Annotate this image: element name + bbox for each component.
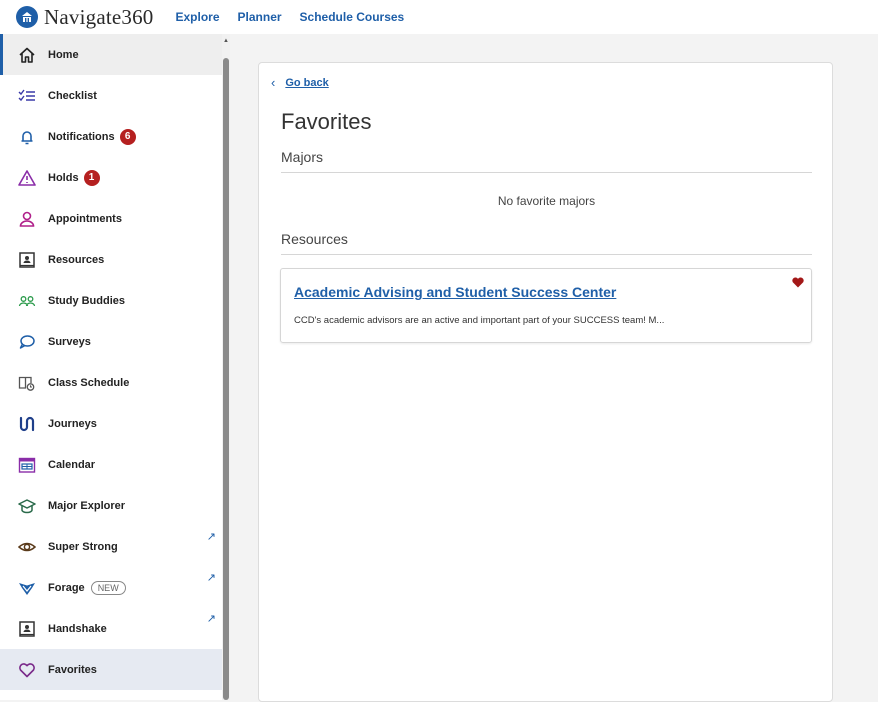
sidebar-item-label: Surveys [48,335,91,348]
scroll-up-arrow-icon[interactable]: ▲ [222,38,230,44]
sidebar-item-label: Appointments [48,212,122,225]
sidebar-item-holds[interactable]: Holds 1 [0,157,222,198]
sidebar: Home Checklist Notifications 6 Holds 1 A… [0,34,222,700]
sidebar-item-label: Journeys [48,417,97,430]
divider [281,254,812,255]
external-link-icon: ↗ [206,613,216,625]
forage-logo-icon [18,579,36,597]
external-link-icon: ↗ [206,531,216,543]
sidebar-item-home[interactable]: Home [0,34,222,75]
sidebar-item-label: Handshake [48,622,107,635]
resource-title-link[interactable]: Academic Advising and Student Success Ce… [294,284,616,300]
sidebar-item-checklist[interactable]: Checklist [0,75,222,116]
graduation-cap-icon [18,497,36,515]
resources-icon [18,251,36,269]
resources-heading: Resources [281,231,348,247]
sidebar-item-label: Major Explorer [48,499,126,512]
sidebar-item-journeys[interactable]: Journeys [0,403,222,444]
checklist-icon [18,87,36,105]
resource-description: CCD's academic advisors are an active an… [294,315,665,326]
navigate-logo-icon [16,6,38,28]
go-back-label: Go back [285,76,329,89]
page-title: Favorites [281,109,372,134]
favorites-panel: ‹ Go back Favorites Majors No favorite m… [258,62,833,702]
class-schedule-icon [18,374,36,392]
sidebar-item-label: Checklist [48,89,97,102]
sidebar-item-calendar[interactable]: Calendar [0,444,222,485]
heart-outline-icon [18,661,36,679]
app-name: Navigate360 [44,4,154,29]
sidebar-item-handshake[interactable]: Handshake ↗ [0,608,222,649]
nav-planner[interactable]: Planner [238,10,282,24]
sidebar-item-surveys[interactable]: Surveys [0,321,222,362]
sidebar-item-label: Resources [48,253,105,266]
calendar-icon [18,456,36,474]
people-icon [18,292,36,310]
nav-explore[interactable]: Explore [176,10,220,24]
sidebar-item-appointments[interactable]: Appointments [0,198,222,239]
chat-bubble-icon [18,333,36,351]
sidebar-item-label: Calendar [48,458,96,471]
sidebar-item-label: Forage [48,581,85,594]
app-logo[interactable]: Navigate360 [16,5,154,30]
sidebar-item-super-strong[interactable]: Super Strong ↗ [0,526,222,567]
sidebar-item-notifications[interactable]: Notifications 6 [0,116,222,157]
sidebar-item-label: Super Strong [48,540,118,553]
eye-icon [18,538,36,556]
sidebar-item-label: Class Schedule [48,376,130,389]
holds-count-badge: 1 [83,169,100,186]
sidebar-item-label: Study Buddies [48,294,126,307]
favorite-heart-icon[interactable] [791,275,805,289]
majors-heading: Majors [281,149,324,165]
home-icon [18,46,36,64]
sidebar-item-forage[interactable]: Forage NEW ↗ [0,567,222,608]
scrollbar-thumb[interactable] [223,58,229,700]
sidebar-item-major-explorer[interactable]: Major Explorer [0,485,222,526]
new-badge: NEW [90,580,126,595]
sidebar-item-class-schedule[interactable]: Class Schedule [0,362,222,403]
top-navigation-bar: Navigate360 Explore Planner Schedule Cou… [0,0,878,34]
sidebar-item-label: Holds [48,171,79,184]
empty-majors-message: No favorite majors [497,194,596,208]
journeys-icon [18,415,36,433]
sidebar-scrollbar[interactable]: ▲ [222,34,230,700]
go-back-link[interactable]: ‹ Go back [271,75,329,90]
sidebar-item-favorites[interactable]: Favorites [0,649,222,690]
sidebar-item-label: Notifications [48,130,115,143]
sidebar-item-label: Home [48,48,79,61]
sidebar-item-label: Favorites [48,663,97,676]
resource-card: Academic Advising and Student Success Ce… [280,268,812,343]
divider [281,172,812,173]
chevron-left-icon: ‹ [271,75,276,90]
sidebar-item-study-buddies[interactable]: Study Buddies [0,280,222,321]
notification-count-badge: 6 [119,128,136,145]
top-nav-links: Explore Planner Schedule Courses [176,10,423,24]
handshake-icon [18,620,36,638]
warning-icon [18,169,36,187]
nav-schedule-courses[interactable]: Schedule Courses [300,10,405,24]
external-link-icon: ↗ [206,572,216,584]
person-icon [18,210,36,228]
sidebar-item-resources[interactable]: Resources [0,239,222,280]
bell-icon [18,128,36,146]
